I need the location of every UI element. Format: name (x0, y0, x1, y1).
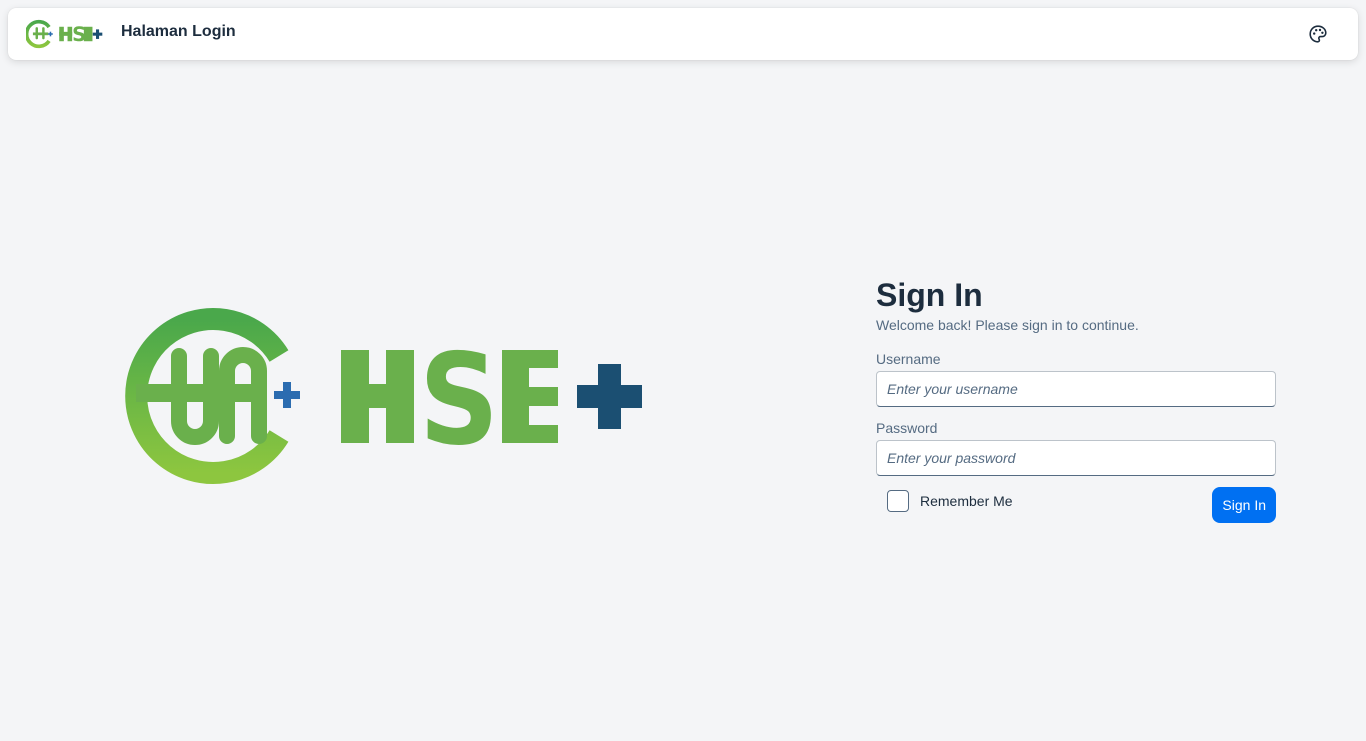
password-label: Password (876, 420, 938, 436)
theme-button[interactable] (1306, 22, 1330, 46)
hse-brand-logo: S (125, 308, 642, 484)
palette-icon (1309, 25, 1327, 43)
sign-in-title: Sign In (876, 277, 983, 313)
page-title: Halaman Login (121, 23, 236, 40)
form-actions: Remember Me Sign In (876, 487, 1276, 523)
remember-me-checkbox[interactable] (887, 490, 909, 512)
sign-in-subtitle: Welcome back! Please sign in to continue… (876, 317, 1139, 333)
username-label: Username (876, 351, 941, 367)
remember-me-label: Remember Me (920, 493, 1013, 509)
sign-in-button[interactable]: Sign In (1212, 487, 1276, 523)
username-input[interactable] (876, 371, 1276, 407)
password-input[interactable] (876, 440, 1276, 476)
remember-me[interactable]: Remember Me (887, 490, 1013, 512)
login-form: Sign In Welcome back! Please sign in to … (876, 277, 1276, 523)
svg-text:S: S (419, 326, 499, 473)
hse-logo-icon[interactable]: S (26, 19, 106, 49)
shell-bar: S Halaman Login (8, 8, 1358, 60)
